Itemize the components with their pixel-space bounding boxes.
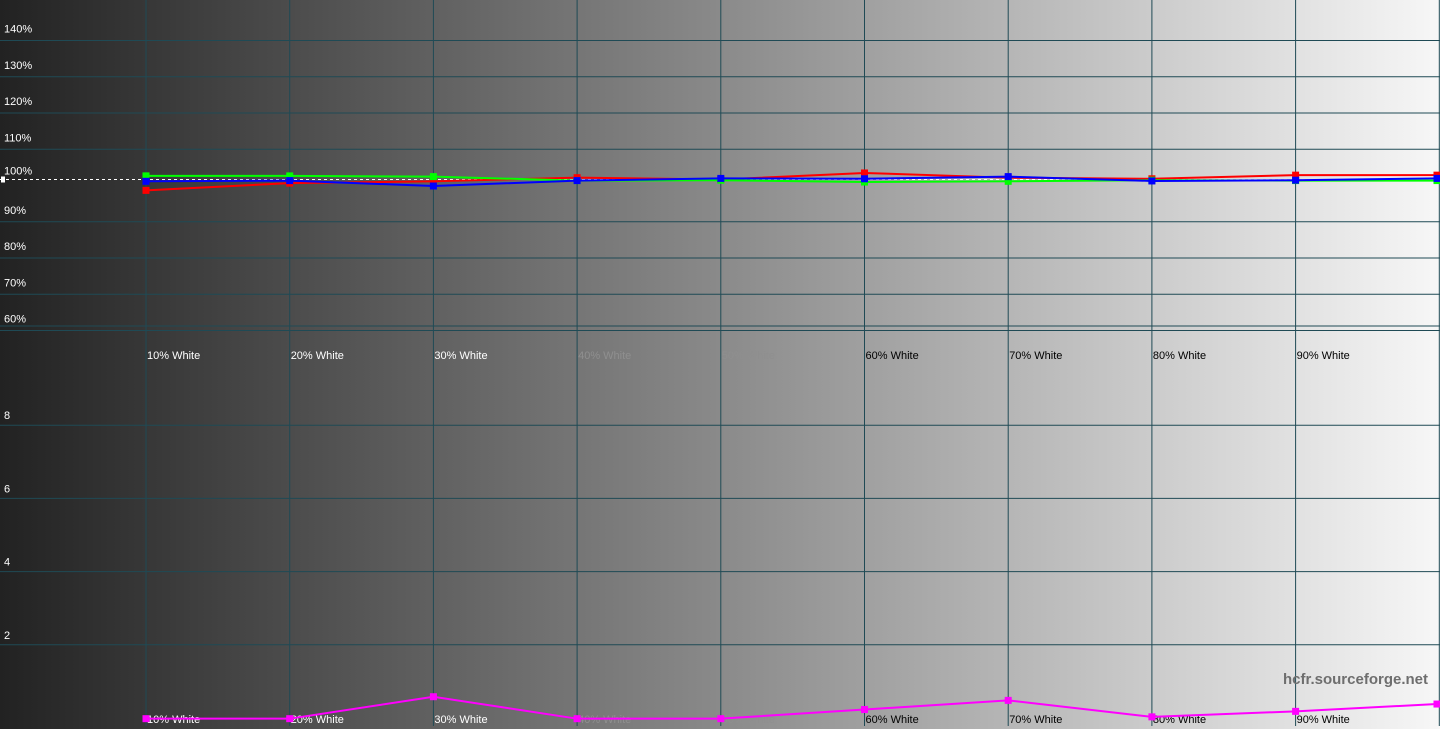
series-blue-point bbox=[1292, 176, 1300, 184]
x-category-label: 80% White bbox=[1153, 350, 1206, 362]
x-category-label: 90% White bbox=[1297, 350, 1350, 362]
series-magenta-point bbox=[861, 706, 868, 714]
series-red-point bbox=[142, 186, 150, 194]
y-tick-label: 110% bbox=[4, 132, 32, 144]
x-category-label: 20% White bbox=[291, 714, 344, 726]
x-category-label: 90% White bbox=[1297, 714, 1350, 726]
series-magenta-point bbox=[429, 693, 437, 701]
series-magenta-point bbox=[573, 715, 581, 723]
series-blue-point bbox=[142, 177, 150, 185]
series-green-point bbox=[429, 173, 437, 181]
x-category-label: 60% White bbox=[866, 350, 919, 362]
series-magenta-point bbox=[1004, 696, 1012, 704]
series-magenta-point bbox=[286, 715, 294, 723]
x-category-label: 30% White bbox=[434, 714, 487, 726]
y-tick-label: 6 bbox=[4, 483, 10, 495]
y-tick-label: 80% bbox=[4, 241, 26, 253]
watermark: hcfr.sourceforge.net bbox=[1283, 671, 1428, 688]
x-category-label: 70% White bbox=[1009, 714, 1062, 726]
x-category-label: 20% White bbox=[291, 350, 344, 362]
x-category-label: 60% White bbox=[866, 714, 919, 726]
series-magenta-point bbox=[1148, 713, 1156, 721]
series-blue-point bbox=[286, 177, 294, 185]
series-blue-point bbox=[1433, 174, 1440, 182]
x-category-label: 10% White bbox=[147, 350, 200, 362]
x-category-label: 30% White bbox=[434, 350, 487, 362]
y-tick-label: 140% bbox=[4, 24, 32, 36]
series-magenta-point bbox=[1292, 707, 1300, 715]
series-blue-point bbox=[717, 174, 725, 182]
chart-background bbox=[0, 0, 1440, 729]
y-tick-label: 130% bbox=[4, 60, 32, 72]
x-category-label: 40% White bbox=[578, 714, 631, 726]
y-tick-label: 4 bbox=[4, 557, 10, 569]
series-blue-point bbox=[861, 175, 868, 183]
series-magenta-point bbox=[142, 715, 150, 723]
x-category-label: 50% White bbox=[722, 350, 775, 362]
x-category-label: 70% White bbox=[1009, 350, 1062, 362]
x-category-label: 10% White bbox=[147, 714, 200, 726]
x-category-label: 40% White bbox=[578, 350, 631, 362]
y-tick-label: 60% bbox=[4, 314, 26, 326]
series-blue-point bbox=[573, 177, 581, 185]
y-tick-label: 2 bbox=[4, 630, 10, 642]
y-tick-label: 100% bbox=[4, 166, 32, 178]
y-tick-label: 90% bbox=[4, 205, 26, 217]
y-tick-label: 120% bbox=[4, 96, 32, 108]
series-blue-point bbox=[1004, 173, 1012, 181]
y-tick-label: 70% bbox=[4, 277, 26, 289]
chart-area: 140% 130% 120% 110% 100% 90% 80% 70% 60% 8 6 4 2 10%… bbox=[0, 0, 1440, 729]
y-tick-label: 8 bbox=[4, 410, 10, 422]
chart-canvas: 140% 130% 120% 110% 100% 90% 80% 70% 60% 8 6 4 2 10%… bbox=[0, 0, 1440, 729]
series-blue-point bbox=[1148, 177, 1156, 185]
series-blue-point bbox=[429, 182, 437, 190]
series-magenta-point bbox=[1433, 700, 1440, 708]
series-magenta-point bbox=[717, 715, 725, 723]
